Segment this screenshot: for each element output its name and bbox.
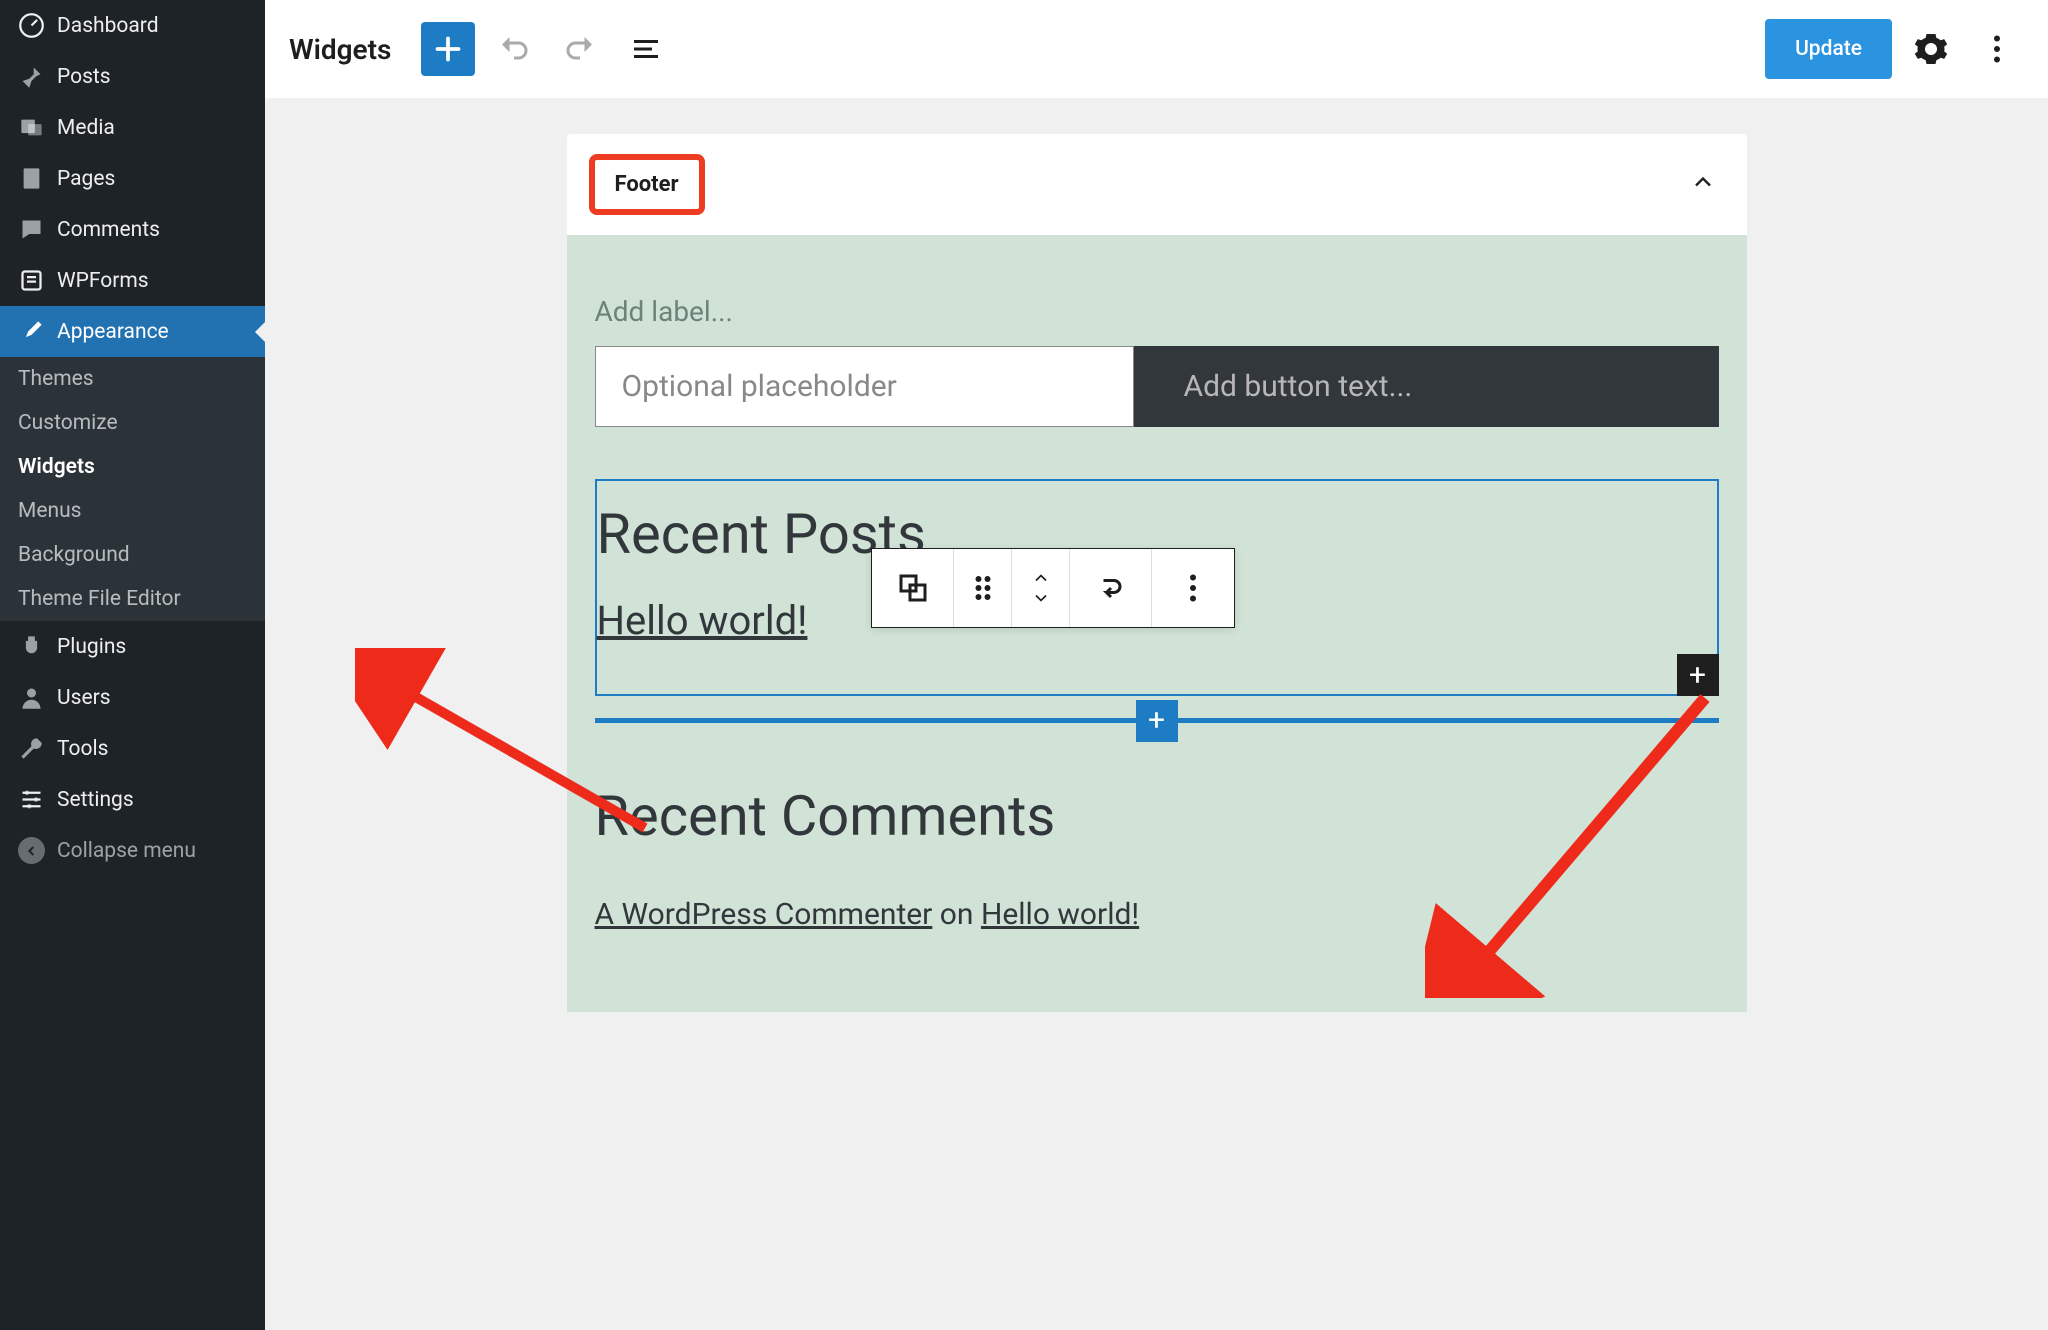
recent-comments-block[interactable]: Recent Comments A WordPress Commenter on… (595, 783, 1719, 932)
search-label-placeholder[interactable]: Add label... (595, 295, 1719, 328)
submenu-widgets[interactable]: Widgets (0, 445, 265, 489)
chevron-up-icon[interactable] (1689, 168, 1717, 202)
sidebar-item-label: WPForms (57, 269, 149, 293)
sidebar-item-label: Media (57, 116, 115, 140)
recent-comments-heading: Recent Comments (595, 783, 1719, 849)
admin-sidebar: Dashboard Posts Media Pages Comments WPF… (0, 0, 265, 1330)
editor-topbar: Widgets Update (265, 0, 2048, 98)
pin-icon (18, 63, 45, 90)
block-more-options[interactable] (1152, 549, 1234, 627)
sidebar-item-label: Plugins (57, 635, 126, 659)
recent-comment-item: A WordPress Commenter on Hello world! (595, 897, 1719, 932)
collapse-label: Collapse menu (57, 839, 196, 863)
sidebar-item-users[interactable]: Users (0, 672, 265, 723)
comment-on-text: on (940, 897, 974, 932)
page-icon (18, 165, 45, 192)
sidebar-submenu: Themes Customize Widgets Menus Backgroun… (0, 357, 265, 621)
comment-post-link[interactable]: Hello world! (981, 897, 1139, 932)
sliders-icon (18, 786, 45, 813)
undo-button[interactable] (487, 22, 541, 76)
sidebar-item-label: Tools (57, 737, 108, 761)
dashboard-icon (18, 12, 45, 39)
submenu-menus[interactable]: Menus (0, 489, 265, 533)
sidebar-item-settings[interactable]: Settings (0, 774, 265, 825)
collapse-menu[interactable]: Collapse menu (0, 825, 265, 876)
submenu-customize[interactable]: Customize (0, 401, 265, 445)
submenu-theme-file-editor[interactable]: Theme File Editor (0, 577, 265, 621)
search-input[interactable]: Optional placeholder (595, 346, 1134, 427)
sidebar-item-label: Posts (57, 65, 111, 89)
add-block-inside-button[interactable]: + (1677, 654, 1719, 696)
recent-post-link[interactable]: Hello world! (597, 597, 808, 644)
sidebar-item-label: Appearance (57, 320, 169, 344)
more-options-button[interactable] (1970, 22, 2024, 76)
sidebar-item-label: Comments (57, 218, 160, 242)
form-icon (18, 267, 45, 294)
sidebar-item-label: Dashboard (57, 14, 159, 38)
plug-icon (18, 633, 45, 660)
move-up-down[interactable] (1012, 549, 1070, 627)
move-to-widget-area-button[interactable] (1070, 549, 1152, 627)
submenu-background[interactable]: Background (0, 533, 265, 577)
annotation-highlight (589, 154, 705, 215)
submenu-themes[interactable]: Themes (0, 357, 265, 401)
settings-button[interactable] (1904, 22, 1958, 76)
update-button[interactable]: Update (1765, 19, 1892, 79)
sidebar-item-appearance[interactable]: Appearance (0, 306, 265, 357)
sidebar-item-tools[interactable]: Tools (0, 723, 265, 774)
sidebar-item-posts[interactable]: Posts (0, 51, 265, 102)
add-block-button[interactable] (421, 22, 475, 76)
editor-content: Footer Add label... Optional placeholder… (265, 98, 2048, 1330)
sidebar-item-media[interactable]: Media (0, 102, 265, 153)
panel-header[interactable]: Footer (567, 134, 1747, 235)
sidebar-item-label: Users (57, 686, 111, 710)
sidebar-item-pages[interactable]: Pages (0, 153, 265, 204)
sidebar-item-label: Pages (57, 167, 115, 191)
collapse-icon (18, 837, 45, 864)
redo-button[interactable] (553, 22, 607, 76)
brush-icon (18, 318, 45, 345)
drag-handle[interactable] (954, 549, 1012, 627)
user-icon (18, 684, 45, 711)
block-type-button[interactable] (872, 549, 954, 627)
wrench-icon (18, 735, 45, 762)
search-block: Optional placeholder Add button text... (595, 346, 1719, 427)
search-button[interactable]: Add button text... (1134, 346, 1719, 427)
sidebar-item-label: Settings (57, 788, 134, 812)
block-inserter-button[interactable]: + (1136, 700, 1178, 742)
main-area: Widgets Update Footer (265, 0, 2048, 1330)
media-icon (18, 114, 45, 141)
sidebar-item-dashboard[interactable]: Dashboard (0, 0, 265, 51)
comment-icon (18, 216, 45, 243)
block-toolbar (871, 548, 1235, 628)
sidebar-item-plugins[interactable]: Plugins (0, 621, 265, 672)
list-view-button[interactable] (619, 22, 673, 76)
sidebar-item-wpforms[interactable]: WPForms (0, 255, 265, 306)
sidebar-item-comments[interactable]: Comments (0, 204, 265, 255)
page-title: Widgets (289, 33, 391, 66)
comment-author-link[interactable]: A WordPress Commenter (595, 897, 933, 932)
block-inserter-line[interactable]: + (595, 718, 1719, 723)
